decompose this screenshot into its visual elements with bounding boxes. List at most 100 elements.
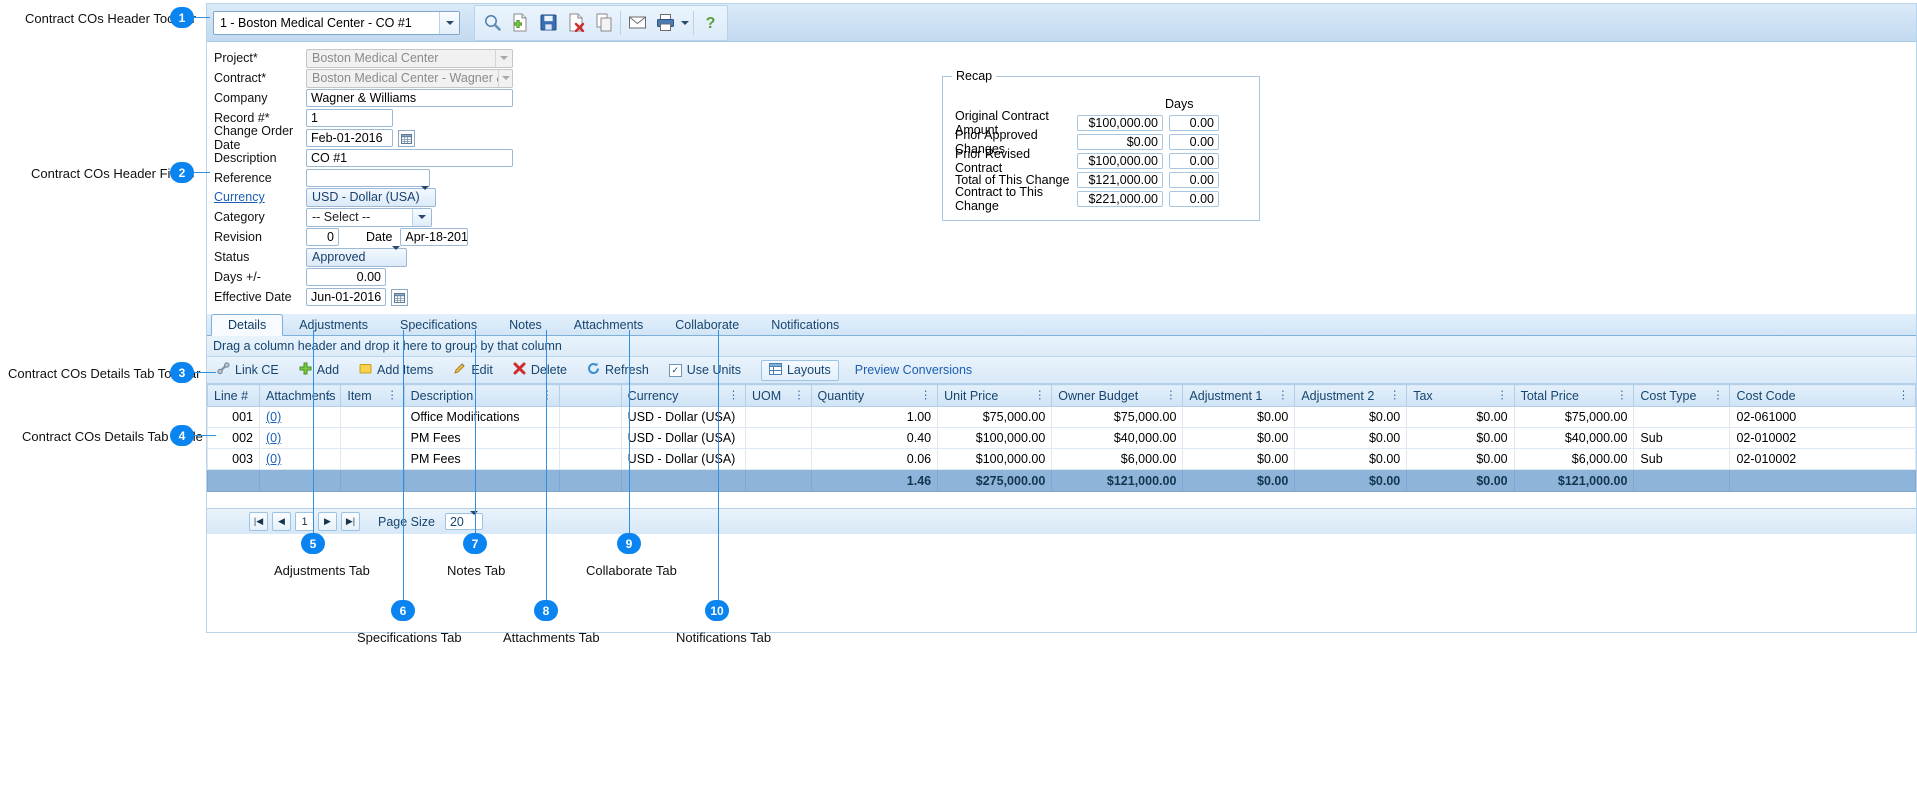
- recap-row-days: 0.00: [1169, 171, 1219, 188]
- col-uom[interactable]: UOM ⋮: [745, 384, 812, 407]
- pager-page-1[interactable]: 1: [295, 512, 314, 531]
- email-icon[interactable]: [623, 8, 651, 38]
- link-ce-button[interactable]: Link CE: [217, 362, 279, 378]
- cell-tax: $0.00: [1406, 406, 1515, 428]
- copy-icon[interactable]: [590, 8, 618, 38]
- col-description[interactable]: Description ⋮: [403, 384, 560, 407]
- tab-adjustments[interactable]: Adjustments: [283, 315, 384, 335]
- record-number-input[interactable]: 1: [306, 109, 393, 127]
- column-menu-icon[interactable]: ⋮: [1165, 390, 1176, 401]
- col-blank[interactable]: [558, 384, 622, 407]
- column-menu-icon[interactable]: ⋮: [1034, 390, 1045, 401]
- currency-select[interactable]: USD - Dollar (USA): [306, 186, 436, 207]
- col-line-number[interactable]: Line #: [207, 384, 260, 407]
- description-input[interactable]: CO #1: [306, 149, 513, 167]
- print-icon[interactable]: [651, 8, 679, 38]
- save-icon[interactable]: [534, 8, 562, 38]
- col-currency[interactable]: Currency ⋮: [620, 384, 747, 407]
- col-unit-price[interactable]: Unit Price ⋮: [937, 384, 1053, 407]
- add-button[interactable]: Add: [299, 362, 339, 378]
- column-menu-icon[interactable]: ⋮: [323, 390, 334, 401]
- total-blank: [558, 469, 622, 492]
- calendar-icon[interactable]: [398, 129, 415, 147]
- column-menu-icon[interactable]: ⋮: [1616, 390, 1627, 401]
- col-tax[interactable]: Tax ⋮: [1406, 384, 1515, 407]
- column-menu-icon[interactable]: ⋮: [794, 390, 805, 401]
- group-by-dropzone[interactable]: Drag a column header and drop it here to…: [207, 336, 1916, 357]
- col-total-price[interactable]: Total Price ⋮: [1513, 384, 1635, 407]
- pager-first-button[interactable]: |◀: [249, 512, 268, 531]
- col-adjustment-1[interactable]: Adjustment 1 ⋮: [1182, 384, 1296, 407]
- col-quantity[interactable]: Quantity ⋮: [810, 384, 939, 407]
- pager-next-button[interactable]: ▶: [318, 512, 337, 531]
- project-input[interactable]: Boston Medical Center: [306, 48, 513, 68]
- chevron-down-icon: [498, 69, 512, 87]
- table-row[interactable]: 002 (0) PM Fees USD - Dollar (USA) 0.40 …: [207, 427, 1916, 449]
- layouts-button[interactable]: Layouts: [760, 359, 839, 381]
- pager-prev-button[interactable]: ◀: [272, 512, 291, 531]
- column-menu-icon[interactable]: ⋮: [920, 390, 931, 401]
- days-input[interactable]: 0.00: [306, 268, 386, 286]
- contract-input[interactable]: Boston Medical Center - Wagner & William: [306, 68, 513, 88]
- page-size-select[interactable]: 20: [444, 510, 483, 530]
- tab-notifications[interactable]: Notifications: [755, 315, 855, 335]
- cell-adjustment-2: $0.00: [1294, 448, 1408, 470]
- column-menu-icon[interactable]: ⋮: [1898, 390, 1909, 401]
- toolbar-separator: [620, 10, 621, 35]
- preview-conversions-button[interactable]: Preview Conversions: [855, 363, 972, 377]
- search-icon[interactable]: [478, 8, 506, 38]
- column-menu-icon[interactable]: ⋮: [1712, 390, 1723, 401]
- effective-date-input[interactable]: Jun-01-2016: [306, 288, 386, 306]
- delete-button[interactable]: Delete: [513, 362, 567, 378]
- chevron-down-icon[interactable]: [439, 11, 459, 34]
- pager-last-button[interactable]: ▶|: [341, 512, 360, 531]
- table-row[interactable]: 003 (0) PM Fees USD - Dollar (USA) 0.06 …: [207, 448, 1916, 470]
- print-dropdown-icon[interactable]: [679, 8, 691, 38]
- cell-attachments[interactable]: (0): [258, 406, 342, 428]
- calendar-icon[interactable]: [391, 288, 408, 306]
- tab-collaborate[interactable]: Collaborate: [659, 315, 755, 335]
- edit-button[interactable]: Edit: [453, 362, 493, 378]
- cell-attachments[interactable]: (0): [258, 427, 342, 449]
- col-cost-code[interactable]: Cost Code ⋮: [1729, 384, 1916, 407]
- refresh-button[interactable]: Refresh: [587, 362, 649, 378]
- leader-line-9: [629, 330, 630, 533]
- column-menu-icon[interactable]: ⋮: [1389, 390, 1400, 401]
- col-cost-type[interactable]: Cost Type ⋮: [1633, 384, 1731, 407]
- reference-input[interactable]: [306, 169, 430, 187]
- leader-line-10: [718, 330, 719, 600]
- total-cost-code: [1729, 469, 1916, 492]
- column-menu-icon[interactable]: ⋮: [728, 390, 739, 401]
- column-menu-icon[interactable]: ⋮: [542, 390, 553, 401]
- use-units-checkbox[interactable]: ✓ Use Units: [668, 363, 741, 377]
- revision-input[interactable]: 0: [306, 228, 339, 246]
- record-selector-combo[interactable]: 1 - Boston Medical Center - CO #1: [213, 10, 460, 35]
- column-menu-icon[interactable]: ⋮: [387, 390, 398, 401]
- tab-notes[interactable]: Notes: [493, 315, 558, 335]
- company-input[interactable]: Wagner & Williams: [306, 89, 513, 107]
- col-item[interactable]: Item ⋮: [340, 384, 405, 407]
- table-row[interactable]: 001 (0) Office Modifications USD - Dolla…: [207, 406, 1916, 428]
- col-attachments[interactable]: Attachments ⋮: [258, 384, 342, 407]
- cell-quantity[interactable]: 0.40: [810, 427, 939, 449]
- tab-details[interactable]: Details: [211, 314, 284, 336]
- cell-quantity[interactable]: 0.06: [810, 448, 939, 470]
- cell-adjustment-1: $0.00: [1182, 448, 1296, 470]
- tab-specifications[interactable]: Specifications: [384, 315, 493, 335]
- currency-label-link[interactable]: Currency: [214, 190, 306, 204]
- col-adjustment-2[interactable]: Adjustment 2 ⋮: [1294, 384, 1408, 407]
- cell-unit-price: $75,000.00: [937, 406, 1053, 428]
- status-select[interactable]: Approved: [306, 246, 407, 267]
- tab-attachments[interactable]: Attachments: [558, 315, 659, 335]
- cell-attachments[interactable]: (0): [258, 448, 342, 470]
- delete-document-icon[interactable]: [562, 8, 590, 38]
- add-items-button[interactable]: Add Items: [359, 362, 433, 378]
- column-menu-icon[interactable]: ⋮: [1497, 390, 1508, 401]
- change-order-date-input[interactable]: Feb-01-2016: [306, 129, 393, 147]
- column-menu-icon[interactable]: ⋮: [1277, 390, 1288, 401]
- help-icon[interactable]: ?: [696, 8, 724, 38]
- date-input[interactable]: Apr-18-2012: [400, 228, 469, 246]
- col-owner-budget[interactable]: Owner Budget ⋮: [1051, 384, 1184, 407]
- category-select[interactable]: -- Select --: [306, 207, 432, 227]
- new-document-icon[interactable]: [506, 8, 534, 38]
